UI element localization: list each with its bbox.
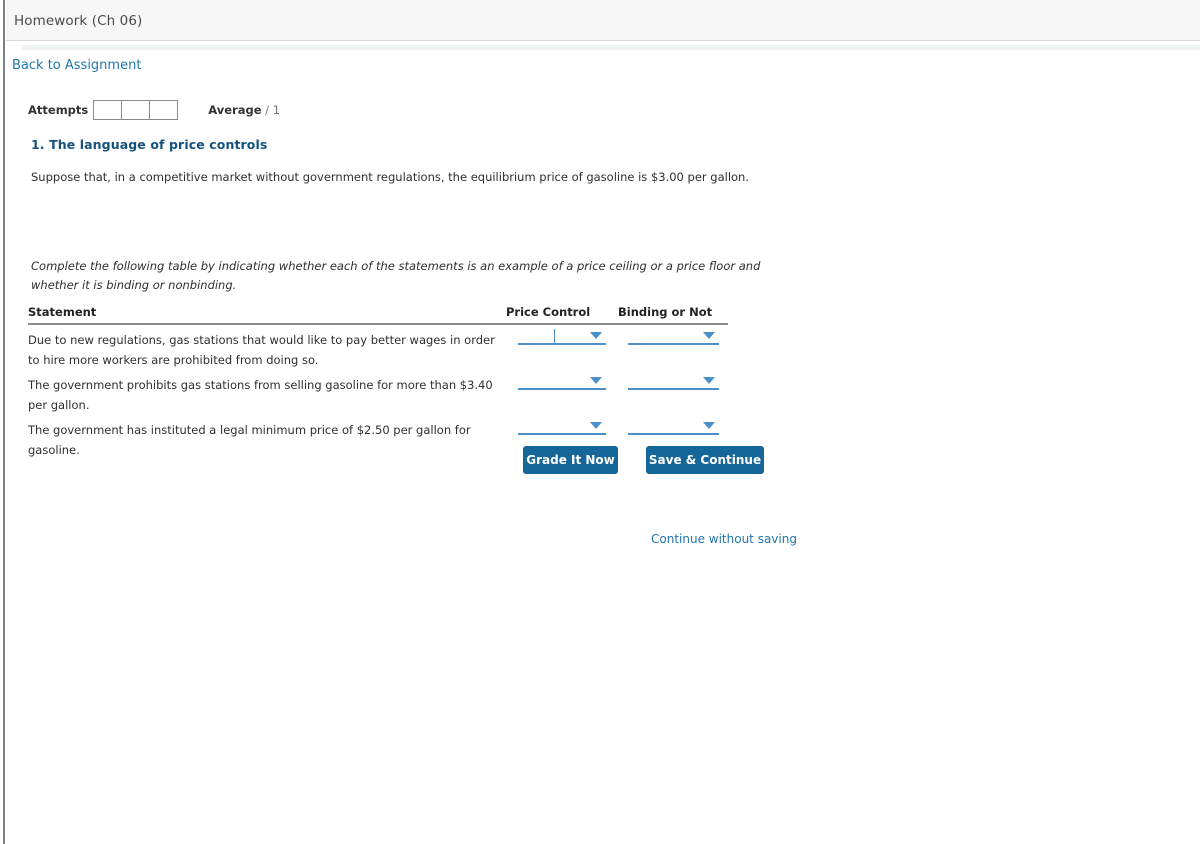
table-body: Due to new regulations, gas stations tha… [28, 324, 728, 460]
attempt-box-3 [149, 100, 179, 120]
grade-it-now-button[interactable]: Grade It Now [523, 446, 618, 474]
average-label: Average [208, 103, 262, 117]
binding-dropdown-1[interactable] [627, 330, 719, 345]
chevron-down-icon [590, 422, 602, 429]
statement-text-1: Due to new regulations, gas stations tha… [28, 333, 495, 367]
chevron-down-icon [702, 422, 715, 429]
attempt-box-1 [93, 100, 123, 120]
attempts-label: Attempts [28, 103, 89, 117]
table-row: Due to new regulations, gas stations tha… [28, 324, 728, 370]
binding-cell-1 [618, 324, 728, 370]
main-content: Back to Assignment Attempts Average / 1 … [6, 51, 1200, 844]
column-header-binding-or-not: Binding or Not [618, 305, 728, 325]
question-title: 1. The language of price controls [31, 137, 268, 152]
column-header-price-control: Price Control [506, 305, 618, 325]
attempts-boxes [93, 100, 179, 120]
back-to-assignment-link[interactable]: Back to Assignment [12, 58, 141, 73]
average-value: / 1 [265, 103, 281, 117]
statement-text-2: The government prohibits gas stations fr… [28, 378, 493, 412]
column-header-statement: Statement [28, 305, 506, 325]
window-edge-divider [3, 0, 5, 844]
header-accent-stripe [22, 45, 1200, 50]
price-control-dropdown-3[interactable] [518, 420, 606, 435]
binding-cell-2 [618, 370, 728, 415]
statement-text-3: The government has instituted a legal mi… [28, 423, 471, 457]
chevron-down-icon [590, 332, 602, 339]
binding-dropdown-2[interactable] [627, 375, 719, 390]
binding-dropdown-3[interactable] [627, 420, 719, 435]
average-block: Average / 1 [208, 103, 280, 117]
text-cursor-caret [554, 329, 555, 343]
table-header-row: Statement Price Control Binding or Not [28, 305, 728, 325]
price-controls-table-wrapper: Statement Price Control Binding or Not D… [28, 305, 728, 460]
price-control-dropdown-2[interactable] [518, 375, 606, 390]
price-controls-table: Statement Price Control Binding or Not D… [28, 305, 728, 460]
window-left-rail [0, 0, 6, 844]
chevron-down-icon [590, 377, 602, 384]
price-control-dropdown-1[interactable] [518, 329, 606, 345]
chevron-down-icon [702, 377, 715, 384]
chevron-down-icon [702, 332, 715, 339]
price-control-cell-2 [506, 370, 618, 415]
page-title: Homework (Ch 06) [14, 13, 143, 29]
question-instruction-text: Complete the following table by indicati… [31, 259, 761, 292]
action-buttons: Grade It Now Save & Continue [523, 446, 764, 474]
continue-without-saving-link[interactable]: Continue without saving [651, 532, 797, 546]
table-row: The government prohibits gas stations fr… [28, 370, 728, 415]
save-and-continue-button[interactable]: Save & Continue [646, 446, 764, 474]
table-header: Statement Price Control Binding or Not [28, 305, 728, 325]
app-header: Homework (Ch 06) [6, 0, 1200, 41]
attempt-box-2 [121, 100, 151, 120]
price-control-cell-1 [506, 324, 618, 370]
question-intro-text: Suppose that, in a competitive market wi… [31, 170, 750, 184]
attempts-bar: Attempts Average / 1 [28, 99, 280, 121]
